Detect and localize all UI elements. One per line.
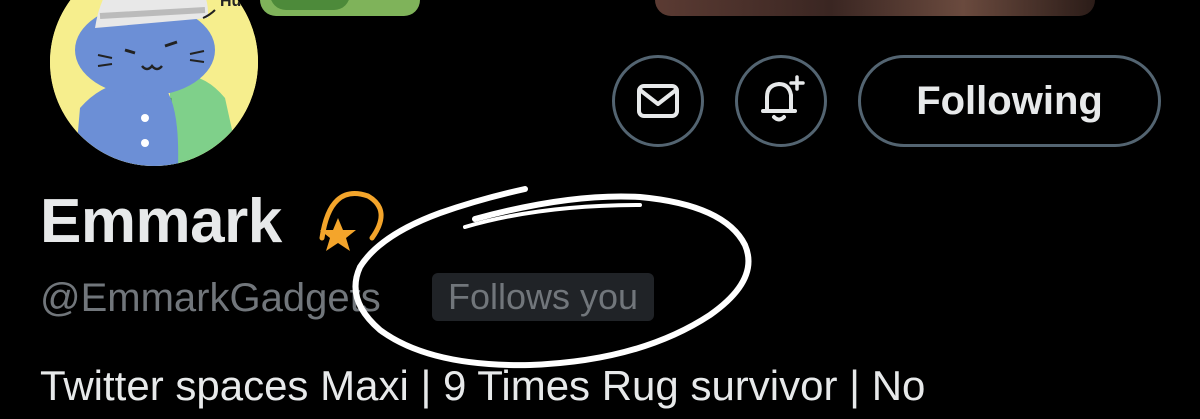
message-button[interactable]: [612, 55, 704, 147]
avatar-speech-text: Huh: [220, 0, 251, 10]
display-name: Emmark: [40, 187, 282, 256]
notifications-button[interactable]: [735, 55, 827, 147]
follows-you-badge: Follows you: [432, 273, 655, 321]
star-badge-icon: [319, 191, 384, 251]
banner-image-right: [655, 0, 1095, 16]
cat-avatar-illustration: Huh: [50, 0, 258, 166]
profile-bio: Twitter spaces Maxi | 9 Times Rug surviv…: [40, 362, 926, 409]
mail-icon: [637, 84, 679, 118]
profile-avatar[interactable]: Huh: [42, 0, 266, 174]
following-button[interactable]: Following: [858, 55, 1161, 147]
avatar-image: Huh: [50, 0, 258, 166]
bell-plus-icon: [761, 75, 805, 122]
profile-handle: @EmmarkGadgets: [40, 276, 381, 320]
banner-image-left: [260, 0, 420, 16]
